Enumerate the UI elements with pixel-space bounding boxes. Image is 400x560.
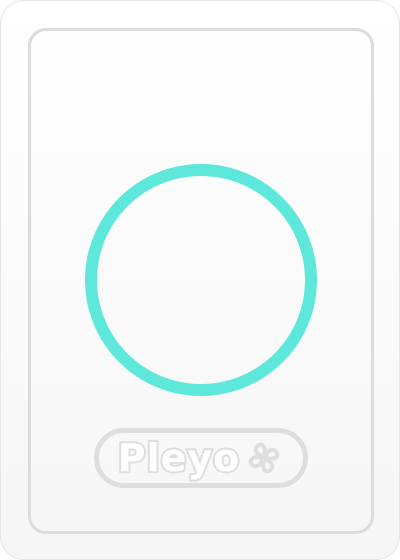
logo-wordmark: Pleyo bbox=[116, 436, 242, 480]
pleyo-logo: Pleyo bbox=[94, 428, 308, 488]
target-ring[interactable] bbox=[85, 164, 317, 396]
game-card[interactable]: Pleyo bbox=[0, 0, 400, 560]
pinwheel-icon bbox=[248, 442, 280, 474]
